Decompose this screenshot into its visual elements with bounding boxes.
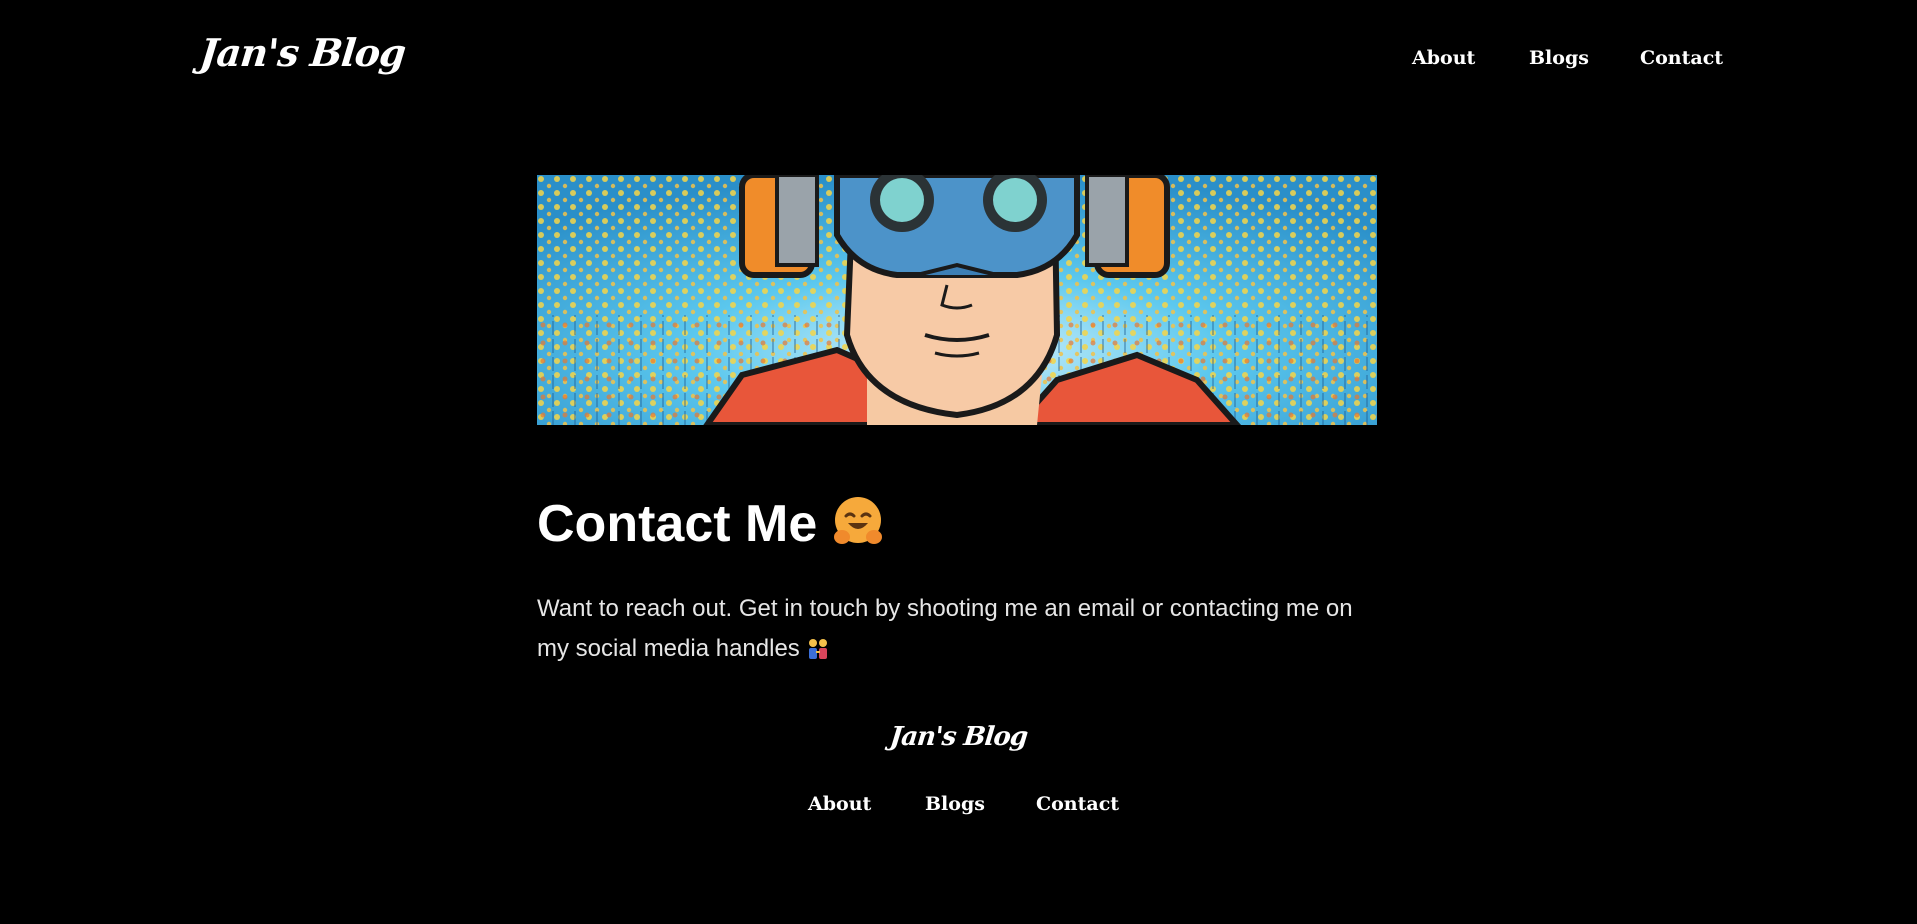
people-holding-hands-icon: [806, 633, 830, 659]
footer-logo[interactable]: Jan's Blog: [0, 722, 1917, 752]
site-logo[interactable]: Jan's Blog: [198, 30, 408, 75]
footer-nav-contact-link[interactable]: Contact: [1036, 793, 1119, 815]
hero-image: [537, 175, 1377, 425]
nav-contact-link[interactable]: Contact: [1640, 47, 1723, 69]
footer-logo-text[interactable]: Jan's Blog: [888, 722, 1028, 752]
nav-about-link[interactable]: About: [1412, 47, 1475, 69]
site-header: Jan's Blog About Blogs Contact: [0, 0, 1917, 120]
page-title-text: Contact Me: [537, 495, 818, 553]
intro-text: Want to reach out. Get in touch by shoot…: [537, 595, 1353, 662]
footer-nav-about-link[interactable]: About: [808, 793, 871, 815]
footer-nav-blogs-link[interactable]: Blogs: [925, 793, 985, 815]
page-title: Contact Me: [537, 494, 885, 554]
hugging-face-icon: [831, 495, 885, 549]
intro-paragraph: Want to reach out. Get in touch by shoot…: [537, 589, 1377, 669]
nav-blogs-link[interactable]: Blogs: [1529, 47, 1589, 69]
